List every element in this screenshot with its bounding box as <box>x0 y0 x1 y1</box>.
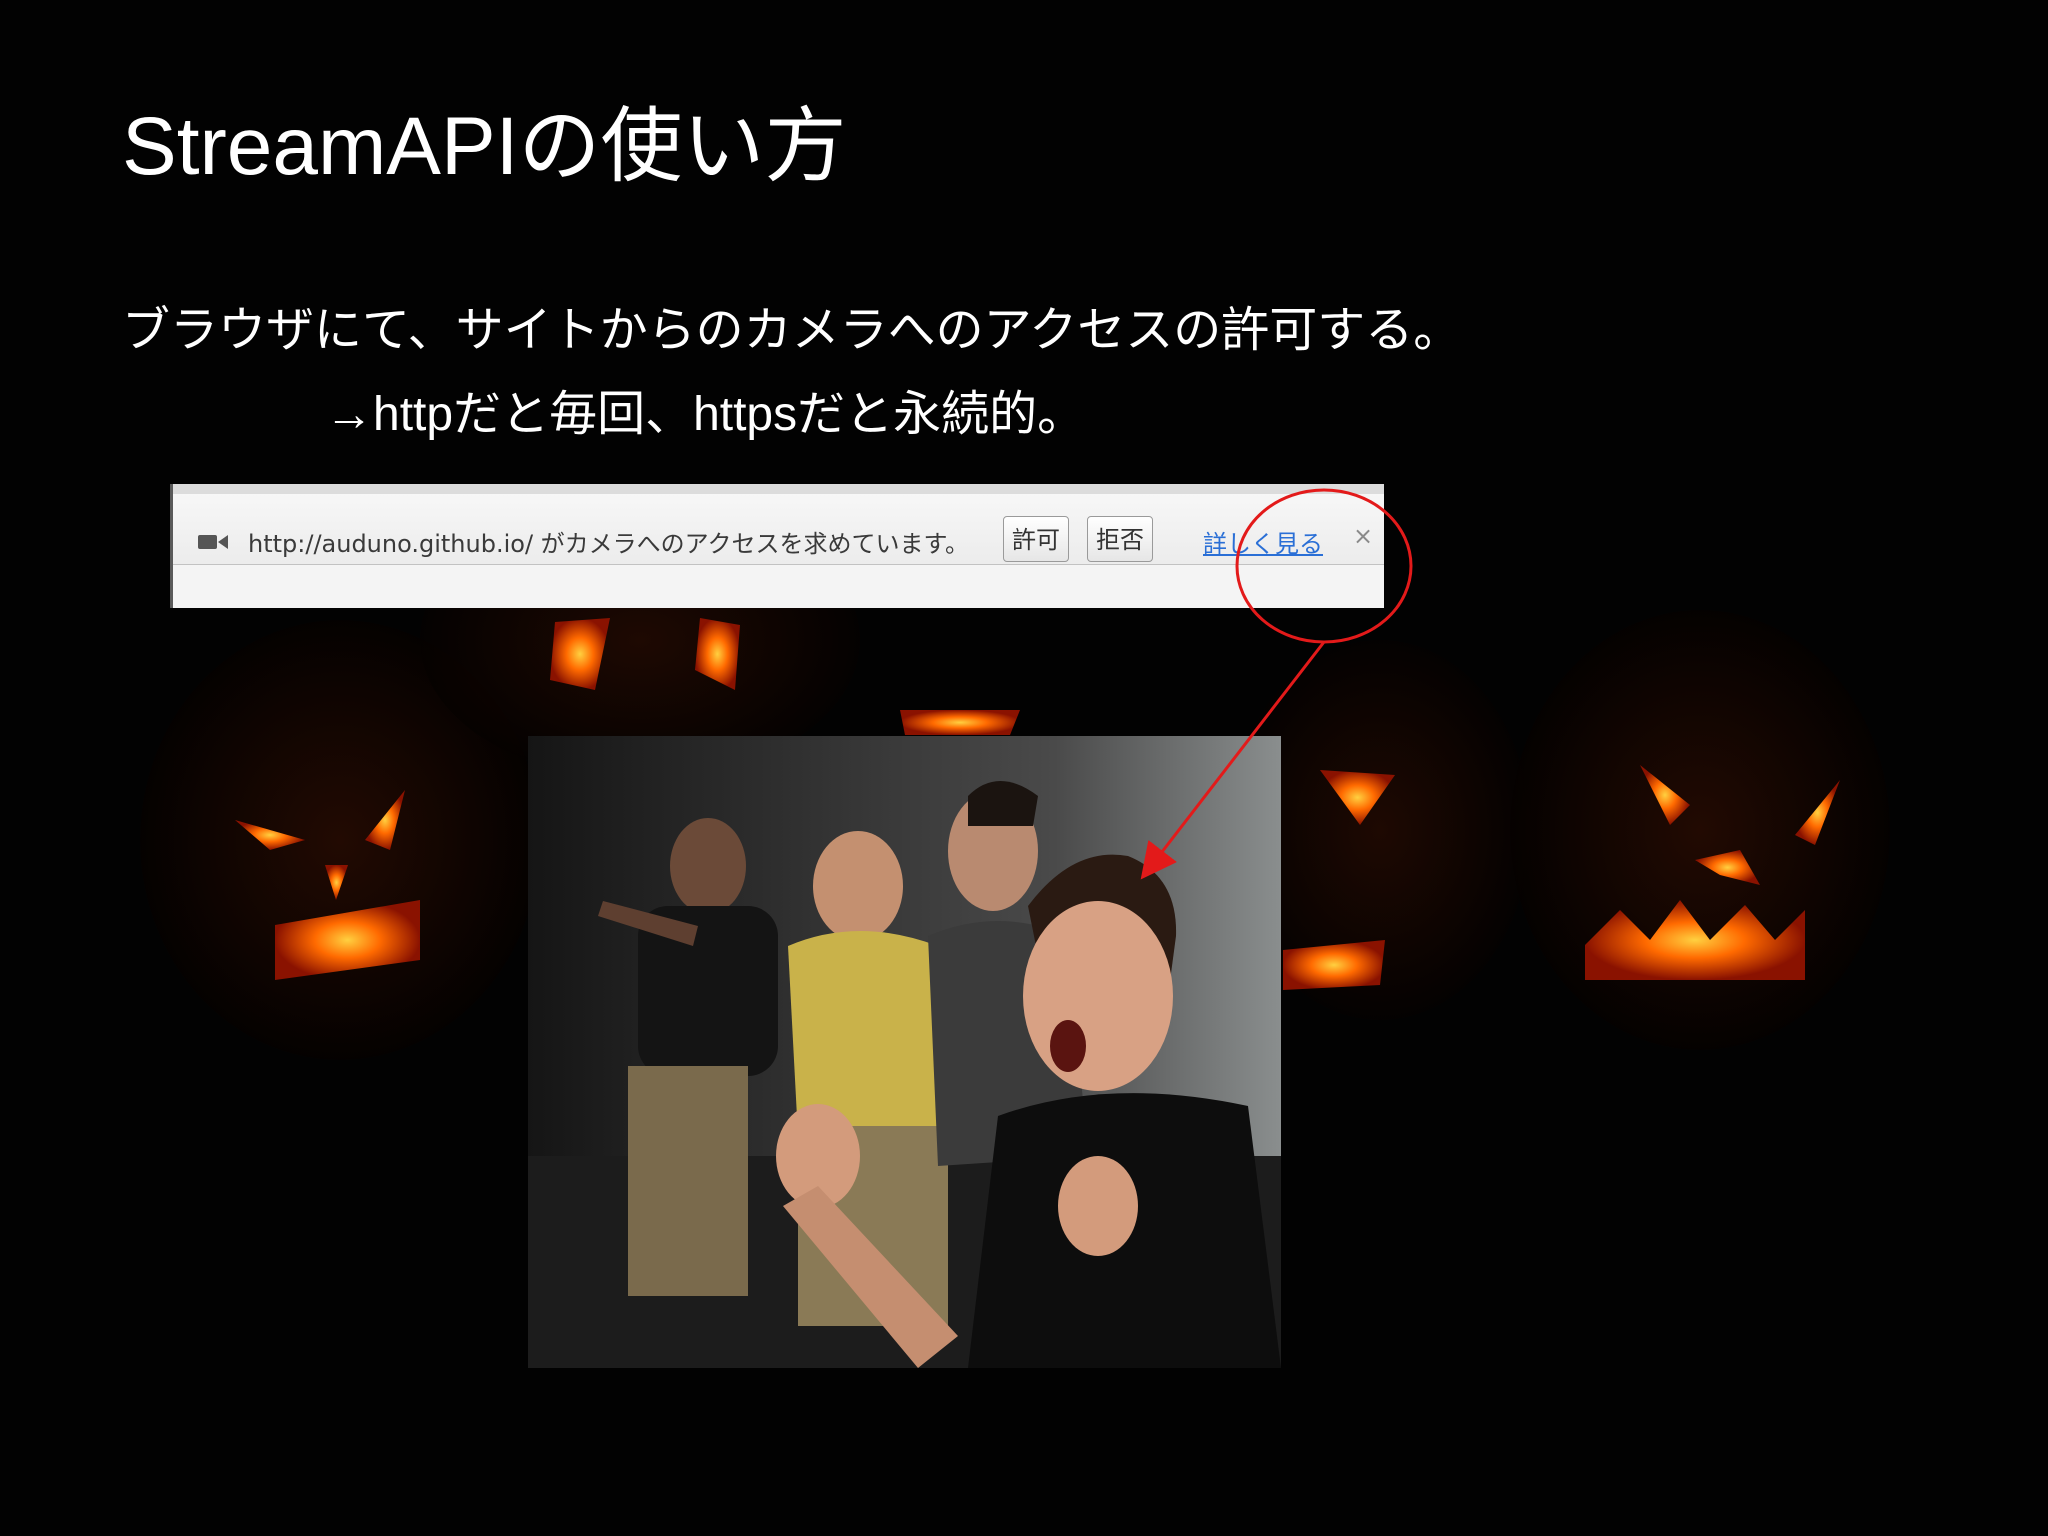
pumpkin-top-mouth <box>900 710 1020 735</box>
pumpkin-right <box>1510 610 1890 1050</box>
infobar-lower-area <box>173 565 1384 608</box>
body-text-line-1: ブラウザにて、サイトからのカメラへのアクセスの許可する。 <box>122 304 1462 357</box>
close-icon[interactable]: × <box>1353 522 1373 550</box>
allow-button[interactable]: 許可 <box>1003 516 1069 562</box>
reaction-photo <box>528 736 1281 1368</box>
slide-title: StreamAPIの使い方 <box>122 101 847 192</box>
learn-more-link[interactable]: 詳しく見る <box>1203 524 1323 559</box>
camera-permission-infobar: http://auduno.github.io/ がカメラへのアクセスを求めてい… <box>170 484 1384 608</box>
permission-message: http://auduno.github.io/ がカメラへのアクセスを求めてい… <box>248 530 970 558</box>
deny-button[interactable]: 拒否 <box>1087 516 1153 562</box>
body-text-line-2: →httpだと毎回、httpsだと永続的。 <box>325 388 1086 441</box>
video-camera-icon <box>198 535 228 549</box>
infobar-row: http://auduno.github.io/ がカメラへのアクセスを求めてい… <box>173 494 1384 565</box>
slide: StreamAPIの使い方 ブラウザにて、サイトからのカメラへのアクセスの許可す… <box>0 0 2048 1536</box>
